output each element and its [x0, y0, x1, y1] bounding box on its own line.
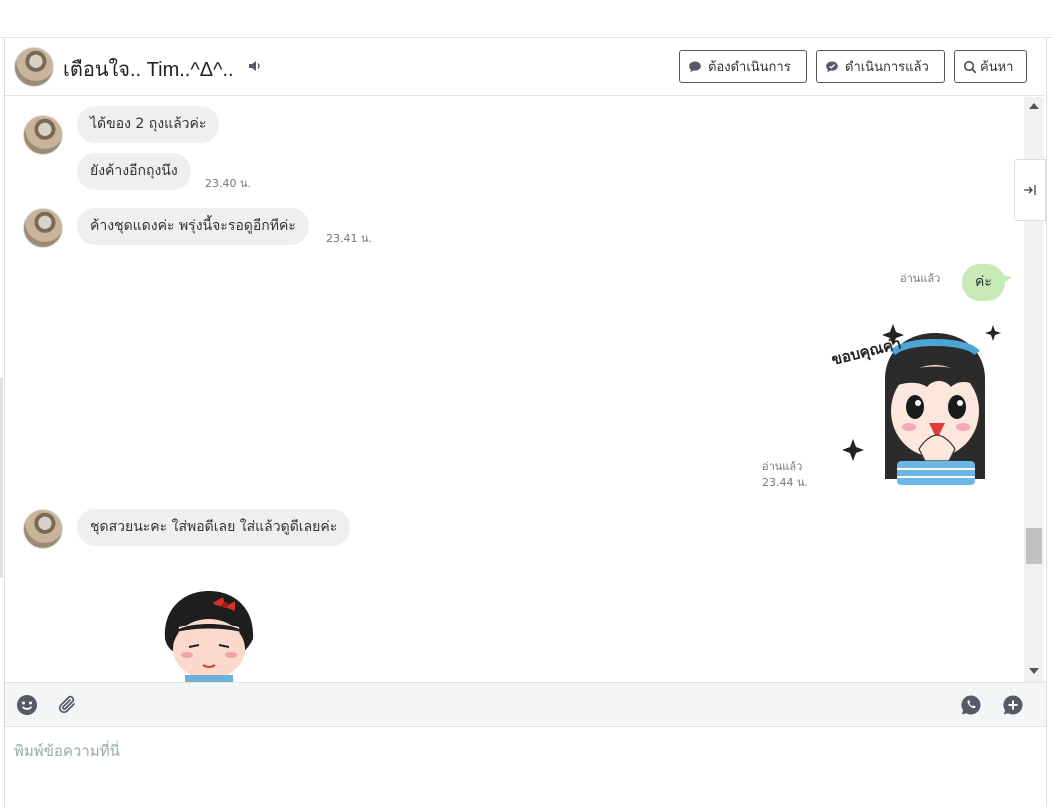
- my-message-bubble[interactable]: ค่ะ: [962, 264, 1005, 301]
- avatar[interactable]: [23, 509, 63, 549]
- toggle-side-panel-button[interactable]: [1014, 159, 1046, 221]
- message-time: 23.44 น.: [762, 476, 809, 489]
- done-button[interactable]: ดำเนินการแล้ว: [816, 50, 945, 83]
- search-icon: [963, 60, 977, 73]
- search-button[interactable]: ค้นหา: [954, 50, 1027, 83]
- chat-plus-icon[interactable]: [1002, 694, 1024, 716]
- todo-label: ต้องดำเนินการ: [708, 60, 791, 75]
- done-label: ดำเนินการแล้ว: [845, 60, 929, 75]
- input-toolbar: [5, 682, 1046, 727]
- left-panel-grip[interactable]: [0, 378, 3, 578]
- avatar[interactable]: [23, 115, 63, 155]
- phone-icon[interactable]: [960, 694, 982, 716]
- message-bubble[interactable]: ชุดสวยนะคะ ใส่พอดีเลย ใส่แล้วดูดีเลยค่ะ: [77, 509, 351, 546]
- scroll-down-icon[interactable]: [1029, 668, 1039, 674]
- thank-you-sticker[interactable]: ขอบคุณค่า: [825, 319, 1005, 491]
- avatar[interactable]: [23, 208, 63, 248]
- message-bubble[interactable]: ยังค้างอีกถุงนึง: [77, 153, 191, 190]
- emoji-icon[interactable]: [16, 694, 38, 716]
- chat-bubble-icon: [689, 61, 701, 72]
- contact-avatar[interactable]: [14, 47, 54, 87]
- message-bubble[interactable]: ได้ของ 2 ถุงแล้วค่ะ: [77, 106, 220, 143]
- right-panel-edge: [1046, 38, 1052, 807]
- bubble-tail-icon: [1002, 275, 1012, 283]
- top-strip: [0, 0, 1052, 38]
- scroll-up-icon[interactable]: [1029, 103, 1039, 109]
- search-label: ค้นหา: [980, 60, 1014, 75]
- paperclip-icon[interactable]: [57, 694, 79, 716]
- message-bubble[interactable]: ค้างชุดแดงค่ะ พรุ่งนี้จะรอดูอีกทีค่ะ: [77, 208, 309, 245]
- speaker-icon[interactable]: [248, 59, 262, 73]
- chat-check-icon: [826, 61, 838, 72]
- chat-messages[interactable]: ได้ของ 2 ถุงแล้วค่ะ ยังค้างอีกถุงนึง 23.…: [5, 97, 1024, 682]
- message-time: 23.40 น.: [205, 177, 252, 190]
- todo-button[interactable]: ต้องดำเนินการ: [679, 50, 807, 83]
- contact-name[interactable]: เตือนใจ.. Tim..^Δ^..: [63, 53, 234, 85]
- compose-area: [5, 727, 1046, 807]
- message-time: 23.41 น.: [326, 232, 373, 245]
- read-status: อ่านแล้ว: [900, 272, 941, 285]
- girl-sticker[interactable]: [159, 589, 259, 682]
- message-input[interactable]: [5, 727, 1046, 807]
- read-status: อ่านแล้ว: [762, 460, 803, 473]
- arrow-right-to-line-icon: [1024, 185, 1036, 195]
- chat-header: เตือนใจ.. Tim..^Δ^.. ต้องดำเนินการ ดำเนิ…: [5, 38, 1045, 96]
- scroll-thumb[interactable]: [1026, 528, 1042, 564]
